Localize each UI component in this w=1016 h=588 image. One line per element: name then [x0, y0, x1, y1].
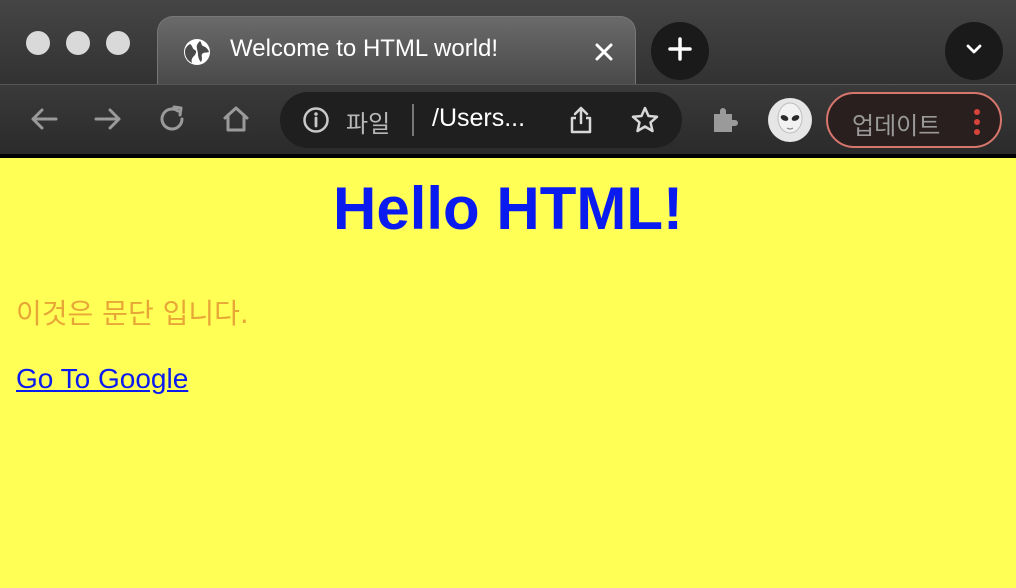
reload-button[interactable] [154, 103, 190, 139]
avatar[interactable] [768, 98, 812, 142]
close-window-button[interactable] [26, 31, 50, 55]
new-tab-button[interactable] [651, 22, 709, 80]
more-vertical-icon[interactable] [972, 108, 982, 136]
tab-title: Welcome to HTML world! [230, 35, 499, 62]
address-bar[interactable]: 파일 /Users... [280, 92, 682, 148]
scheme-label: 파일 [346, 110, 391, 138]
page-viewport: Hello HTML! 이것은 문단 입니다. Go To Google [0, 158, 1016, 588]
page-heading: Hello HTML! [333, 175, 683, 242]
google-link[interactable]: Go To Google [16, 363, 188, 395]
back-button[interactable] [26, 103, 62, 139]
tab-strip: Welcome to HTML world! [0, 0, 1016, 84]
close-icon[interactable] [591, 39, 617, 65]
info-icon[interactable] [302, 106, 330, 134]
puzzle-icon[interactable] [708, 102, 744, 138]
zoom-window-button[interactable] [106, 31, 130, 55]
page-paragraph: 이것은 문단 입니다. [16, 297, 249, 330]
forward-arrow-icon [92, 103, 124, 139]
star-icon[interactable] [630, 105, 660, 135]
update-button[interactable]: 업데이트 [826, 92, 1002, 148]
reload-icon [156, 103, 188, 139]
minimize-window-button[interactable] [66, 31, 90, 55]
chevron-down-icon [963, 38, 985, 64]
plus-icon [667, 36, 693, 66]
share-icon[interactable] [566, 105, 596, 135]
back-arrow-icon [28, 103, 60, 139]
url-text[interactable]: /Users... [432, 104, 525, 133]
tab-active[interactable]: Welcome to HTML world! [157, 16, 636, 84]
address-separator [412, 104, 414, 136]
tab-search-button[interactable] [945, 22, 1003, 80]
globe-icon [182, 37, 212, 67]
update-label: 업데이트 [852, 112, 941, 140]
forward-button[interactable] [90, 103, 126, 139]
home-button[interactable] [218, 103, 254, 139]
home-icon [220, 103, 252, 139]
